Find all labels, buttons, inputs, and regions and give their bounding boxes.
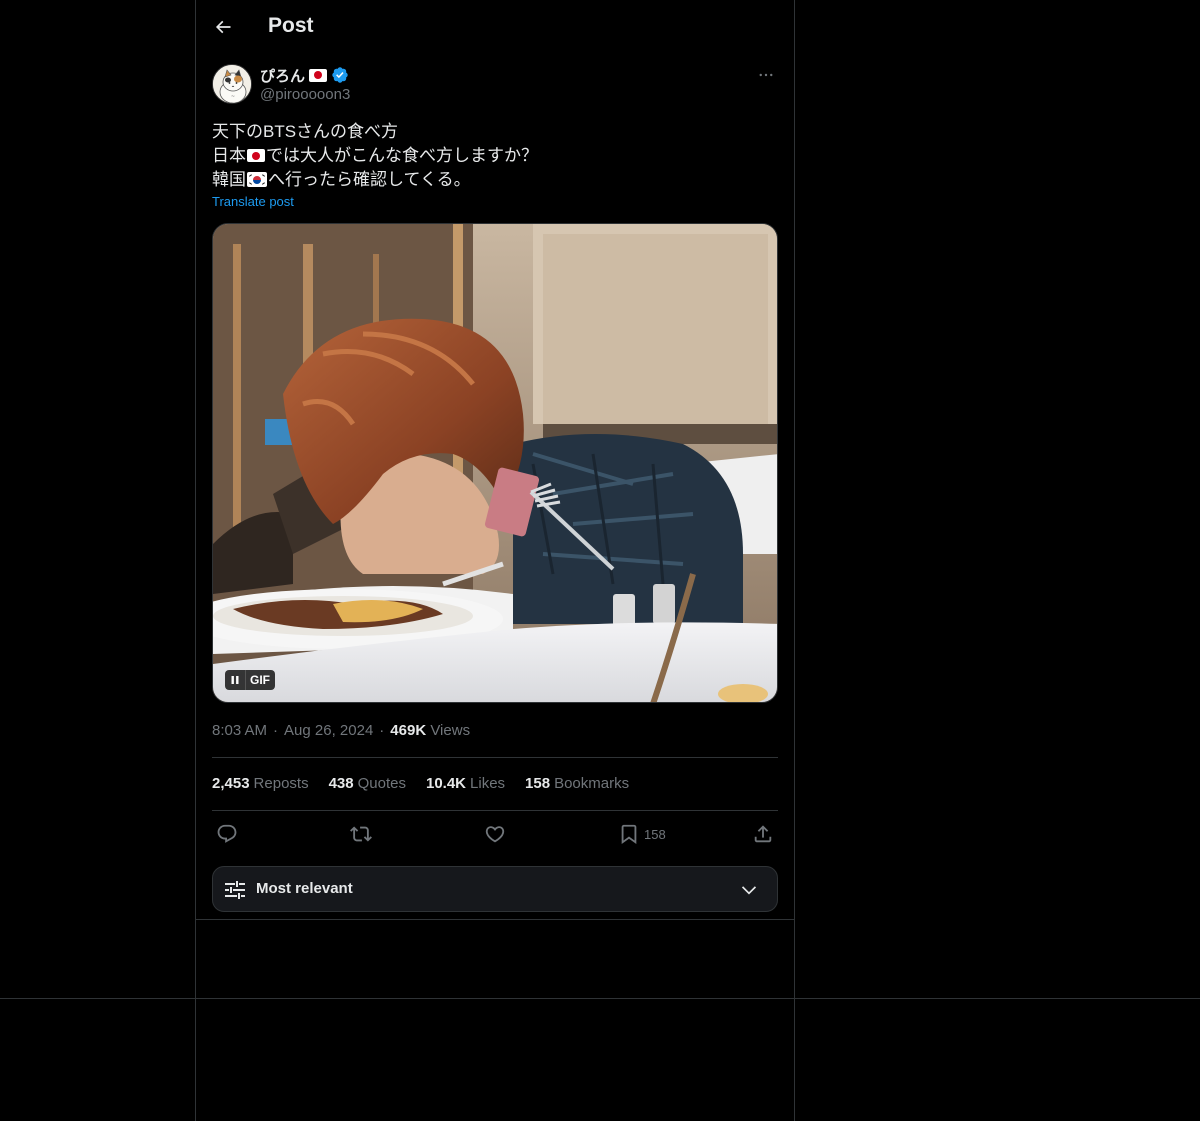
heart-icon xyxy=(485,826,505,843)
section-divider xyxy=(196,919,794,920)
post-text-line-2a: 日本 xyxy=(212,146,246,165)
gif-badge-label: GIF xyxy=(245,670,275,690)
divider xyxy=(212,810,778,811)
share-button[interactable] xyxy=(752,822,774,846)
back-arrow-icon xyxy=(215,20,231,34)
quotes-stat[interactable]: 438 Quotes xyxy=(329,775,406,792)
author-handle[interactable]: @pirooooon3 xyxy=(260,86,350,103)
meta-separator: · xyxy=(273,722,279,739)
gif-control[interactable]: GIF xyxy=(225,670,275,690)
sliders-icon xyxy=(225,881,245,899)
display-name-row[interactable]: ぴろん xyxy=(260,65,350,85)
post-text-line-2b: では大人がこんな食べ方しますか？ xyxy=(266,146,538,165)
gif-frame-image xyxy=(213,224,777,702)
author-block[interactable]: ぴろん @pirooooon3 xyxy=(260,65,350,103)
reposts-stat[interactable]: 2,453 Reposts xyxy=(212,775,309,792)
sort-label[interactable]: Most relevant xyxy=(256,880,353,897)
like-button[interactable] xyxy=(484,822,506,846)
bookmark-button[interactable]: 158 xyxy=(618,822,666,846)
quotes-label: Quotes xyxy=(357,775,406,792)
more-horizontal-icon xyxy=(759,73,773,77)
page-title: Post xyxy=(268,14,314,37)
verified-badge-icon xyxy=(332,67,348,83)
post-stats: 2,453 Reposts 438 Quotes 10.4K Likes 158 Boo… xyxy=(212,775,629,792)
likes-label: Likes xyxy=(470,775,506,792)
page-header: Post xyxy=(196,0,794,53)
japan-flag-icon xyxy=(309,68,328,82)
bookmark-count: 158 xyxy=(644,826,666,842)
reposts-count: 2,453 xyxy=(212,775,250,792)
bookmarks-count: 158 xyxy=(525,775,551,792)
reply-button[interactable] xyxy=(216,822,238,846)
display-name[interactable]: ぴろん xyxy=(260,65,305,86)
post-date[interactable]: Aug 26, 2024 xyxy=(284,722,373,739)
avatar-image: ~ xyxy=(213,65,251,103)
pause-icon[interactable] xyxy=(225,670,245,690)
japan-flag-icon xyxy=(247,149,265,162)
post-actions: 158 xyxy=(212,822,778,846)
views-count: 469K xyxy=(390,722,427,739)
likes-stat[interactable]: 10.4K Likes xyxy=(426,775,505,792)
svg-text:~: ~ xyxy=(231,94,235,100)
views-stat: 469K Views xyxy=(390,722,470,739)
post-text: 天下のBTSさんの食べ方 日本 では大人がこんな食べ方しますか？ 韓国 へ行ったら確… xyxy=(212,120,538,192)
reposts-label: Reposts xyxy=(253,775,309,792)
page: Post ~ ぴろん @pirooooon3 天下のBTSさんの食べ方 日本 で… xyxy=(0,0,1200,1121)
korea-flag-icon xyxy=(247,172,267,187)
meta-separator: · xyxy=(379,722,385,739)
post-meta: 8:03 AM · Aug 26, 2024 · 469K Views xyxy=(212,722,470,739)
post-text-line-3b: へ行ったら確認してくる。 xyxy=(268,170,471,189)
back-button[interactable] xyxy=(206,10,240,44)
translate-post-link[interactable]: Translate post xyxy=(212,194,294,209)
quotes-count: 438 xyxy=(328,775,354,792)
share-icon xyxy=(754,825,772,843)
more-options-button[interactable] xyxy=(754,64,778,86)
reply-icon xyxy=(217,824,237,843)
divider xyxy=(212,757,778,758)
reply-sort-dropdown[interactable]: Most relevant xyxy=(212,866,778,912)
repost-button[interactable] xyxy=(350,822,372,846)
repost-icon xyxy=(350,826,372,842)
post-text-line-1: 天下のBTSさんの食べ方 xyxy=(212,122,399,141)
bookmarks-label: Bookmarks xyxy=(554,775,630,792)
chevron-down-icon xyxy=(741,886,757,895)
bookmarks-stat[interactable]: 158 Bookmarks xyxy=(525,775,629,792)
post-time[interactable]: 8:03 AM xyxy=(212,722,267,739)
post-media-gif[interactable]: GIF xyxy=(212,223,778,703)
avatar[interactable]: ~ xyxy=(212,64,252,104)
views-label: Views xyxy=(430,722,471,739)
likes-count: 10.4K xyxy=(425,775,467,792)
post-text-line-3a: 韓国 xyxy=(212,170,246,189)
main-column: Post ~ ぴろん @pirooooon3 天下のBTSさんの食べ方 日本 で… xyxy=(195,0,795,1121)
bookmark-icon xyxy=(621,824,637,845)
